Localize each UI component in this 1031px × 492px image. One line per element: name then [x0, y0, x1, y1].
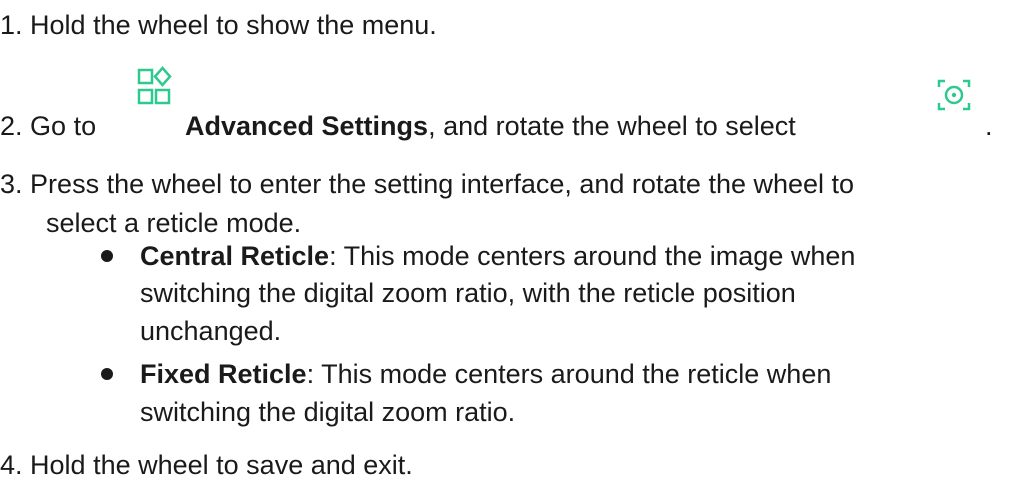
step-4: 4. Hold the wheel to save and exit. — [0, 447, 413, 483]
step-number: 1. — [0, 10, 23, 40]
step-1: 1. Hold the wheel to show the menu. — [0, 7, 437, 43]
advanced-settings-label: Advanced Settings — [185, 111, 429, 141]
bullet-text: switching the digital zoom ratio, with t… — [140, 278, 796, 308]
step-3-line-2: select a reticle mode. — [46, 205, 301, 241]
bullet-text: switching the digital zoom ratio. — [140, 397, 516, 427]
step-number: 2. — [0, 111, 23, 141]
step-number: 4. — [0, 450, 23, 480]
bullet-central-reticle-line-3: unchanged. — [140, 313, 281, 349]
bullet-fixed-reticle-line-2: switching the digital zoom ratio. — [140, 394, 515, 430]
step-number: 3. — [0, 169, 23, 199]
reticle-icon — [937, 79, 971, 111]
step-text-before-icon: Go to — [30, 111, 97, 141]
advanced-settings-icon — [137, 66, 172, 105]
step-2: 2. Go to — [0, 108, 96, 144]
step-text: Hold the wheel to save and exit. — [30, 450, 413, 480]
bullet-central-reticle-line-2: switching the digital zoom ratio, with t… — [140, 275, 796, 311]
bullet-text: : This mode centers around the image whe… — [329, 241, 856, 271]
bullet-dot — [101, 368, 113, 380]
step-text: Hold the wheel to show the menu. — [30, 10, 437, 40]
bullet-term: Central Reticle — [140, 241, 330, 271]
step-2-continued: Advanced Settings, and rotate the wheel … — [185, 108, 796, 144]
bullet-text: : This mode centers around the reticle w… — [306, 359, 832, 389]
step-3-line-1: 3. Press the wheel to enter the setting … — [0, 166, 854, 202]
bullet-dot — [101, 250, 113, 262]
step-2-end: . — [985, 108, 993, 144]
step-text: select a reticle mode. — [46, 208, 302, 238]
step-text-after: , and rotate the wheel to select — [428, 111, 796, 141]
step-text: Press the wheel to enter the setting int… — [30, 169, 855, 199]
bullet-fixed-reticle-line-1: Fixed Reticle: This mode centers around … — [140, 356, 831, 392]
step-end-punct: . — [985, 111, 993, 141]
bullet-central-reticle-line-1: Central Reticle: This mode centers aroun… — [140, 238, 855, 274]
bullet-term: Fixed Reticle — [140, 359, 307, 389]
bullet-text: unchanged. — [140, 316, 282, 346]
